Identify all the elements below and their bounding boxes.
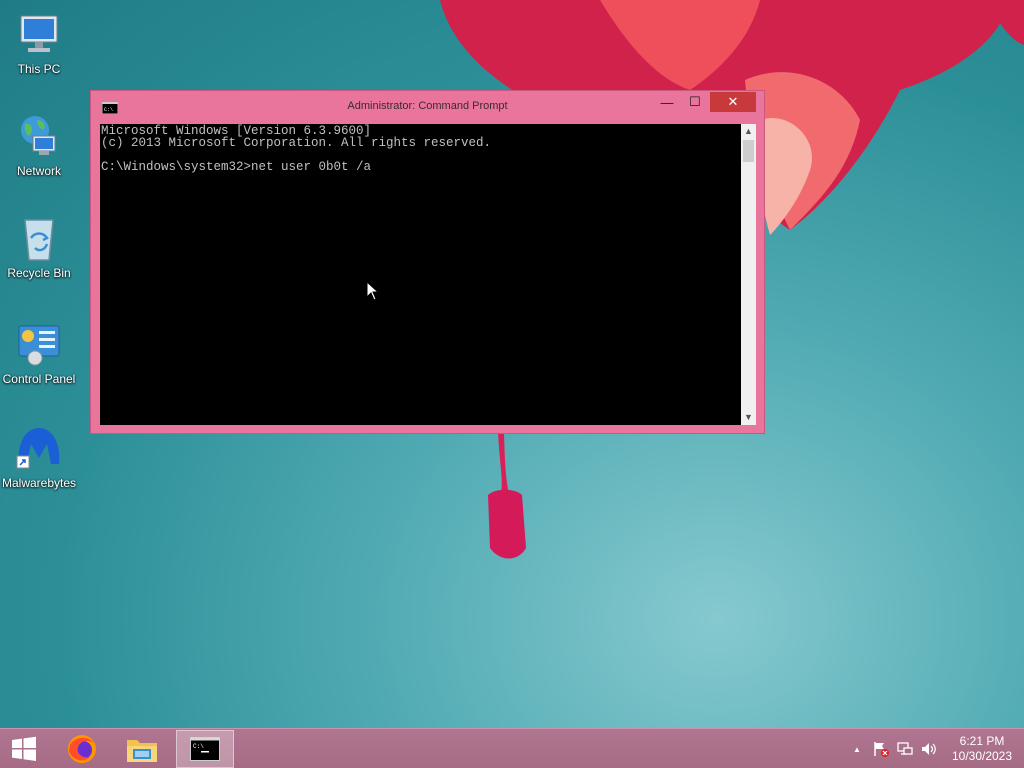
console-output[interactable]: Microsoft Windows [Version 6.3.9600] (c) … [100, 124, 741, 425]
volume-icon [922, 743, 936, 755]
minimize-button[interactable]: — [654, 92, 680, 112]
desktop-icon-malwarebytes[interactable]: Malwarebytes [0, 424, 78, 490]
console-prompt-line: C:\Windows\system32>net user 0b0t /a [101, 160, 372, 174]
desktop-icon-control-panel[interactable]: Control Panel [0, 320, 78, 386]
scroll-down-icon[interactable]: ▼ [741, 410, 756, 425]
desktop-icon-label: Malwarebytes [1, 476, 77, 490]
taskbar: C:\ ▲ 6:21 PM 10/30/2023 [0, 728, 1024, 768]
vertical-scrollbar[interactable]: ▲ ▼ [741, 124, 756, 425]
firefox-icon [68, 735, 96, 763]
taskbar-firefox[interactable] [56, 730, 108, 768]
command-prompt-window[interactable]: C:\ Administrator: Command Prompt — ☐ ✕ … [90, 90, 765, 434]
window-titlebar[interactable]: C:\ Administrator: Command Prompt — ☐ ✕ [91, 91, 764, 124]
clock-time: 6:21 PM [959, 734, 1005, 748]
minimize-icon: — [660, 94, 674, 110]
maximize-button[interactable]: ☐ [682, 92, 708, 112]
start-icon [12, 736, 36, 761]
tray-volume[interactable] [918, 730, 940, 768]
recycle-bin-icon [15, 214, 63, 262]
file-explorer-icon [127, 740, 157, 762]
desktop: This PC Network Recycle Bin Control Pane… [0, 0, 1024, 728]
scroll-up-icon[interactable]: ▲ [741, 124, 756, 139]
action-center-flag-icon [874, 742, 889, 757]
desktop-icon-network[interactable]: Network [0, 112, 78, 178]
console-line: (c) 2013 Microsoft Corporation. All righ… [101, 136, 492, 150]
desktop-icon-label: Recycle Bin [7, 266, 71, 280]
malwarebytes-icon [15, 424, 63, 472]
taskbar-file-explorer[interactable] [116, 730, 168, 768]
taskbar-command-prompt[interactable]: C:\ [176, 730, 234, 768]
chevron-up-icon: ▲ [853, 744, 861, 754]
desktop-icon-this-pc[interactable]: This PC [0, 10, 78, 76]
mouse-cursor-icon [366, 281, 380, 301]
scroll-thumb[interactable] [743, 140, 754, 162]
command-prompt-icon: C:\ [190, 737, 220, 761]
close-button[interactable]: ✕ [710, 92, 756, 112]
tray-network[interactable] [894, 730, 916, 768]
network-icon [15, 112, 63, 160]
desktop-icon-label: Network [16, 164, 61, 178]
show-hidden-icons-button[interactable]: ▲ [848, 730, 866, 768]
desktop-icon-recycle-bin[interactable]: Recycle Bin [0, 214, 78, 280]
maximize-icon: ☐ [689, 94, 701, 109]
taskbar-clock[interactable]: 6:21 PM 10/30/2023 [945, 734, 1019, 764]
svg-text:C:\: C:\ [193, 743, 204, 750]
desktop-icon-label: This PC [17, 62, 61, 76]
this-pc-icon [15, 10, 63, 58]
control-panel-icon [15, 320, 63, 368]
start-button[interactable] [0, 730, 48, 768]
tray-action-center[interactable] [870, 730, 892, 768]
close-icon: ✕ [727, 94, 739, 109]
clock-date: 10/30/2023 [951, 749, 1013, 763]
desktop-icon-label: Control Panel [2, 372, 76, 386]
network-tray-icon [897, 742, 913, 755]
